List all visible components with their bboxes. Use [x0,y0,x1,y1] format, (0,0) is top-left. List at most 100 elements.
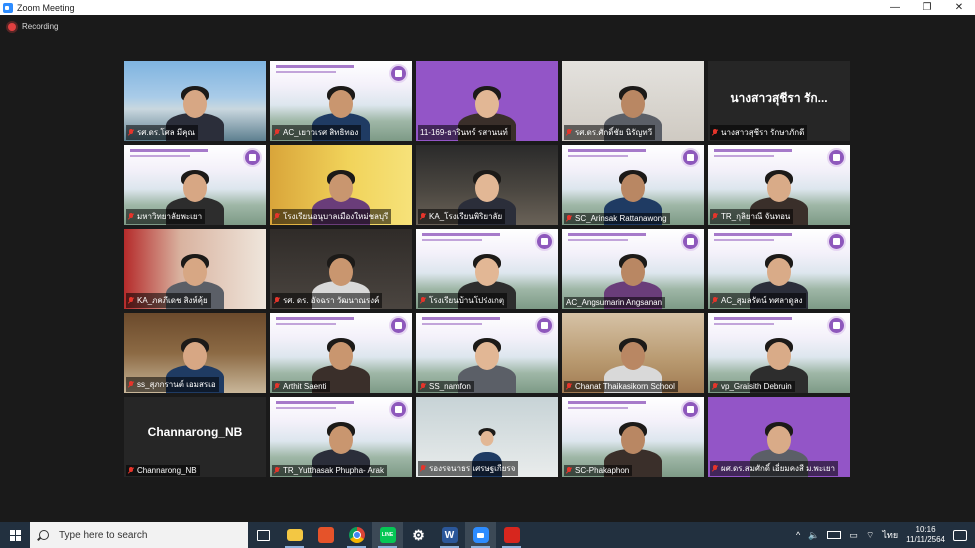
mic-muted-icon [712,213,718,220]
mic-muted-icon [420,297,426,304]
participant-name: นางสาวสุชีรา รักษาภักดี [721,128,805,137]
wifi-icon[interactable]: ⌔ [866,530,874,541]
word-icon: W [441,527,458,543]
participant-tile[interactable]: รศ. ดร. อัจฉรา วัฒนาณรงค์ [270,229,412,309]
zoom-icon [3,2,13,13]
windows-logo-icon [9,529,21,541]
mic-muted-icon [420,213,426,220]
office-button[interactable] [310,522,341,548]
participant-display-name: นางสาวสุชีรา รัก... [730,91,828,105]
university-logo-icon [827,232,846,251]
participant-display-name: Channarong_NB [147,425,243,439]
participant-tile[interactable]: SC_Arinsak Rattanawong [562,145,704,225]
participant-tile[interactable]: รองรจนาธร เศรษฐเกียรจ [416,397,558,477]
minimize-button[interactable]: — [879,0,911,15]
line-button[interactable]: LINE [372,522,403,548]
taskbar-search[interactable]: Type here to search [30,522,248,548]
participant-name: มหาวิทยาลัยพะเยา [137,212,203,221]
participant-nameplate: AC_สุมลรัตน์ ทศลาดูลง [710,293,806,308]
zoom-button[interactable] [465,522,496,548]
participant-tile[interactable]: Arthit Saenti [270,313,412,393]
mic-muted-icon [128,213,134,220]
participant-name: โรงเรียนอนุบาลเมืองใหม่ชลบุรี [283,212,389,221]
participant-name: SS_namfon [429,382,471,391]
participant-tile[interactable]: โรงเรียนบ้านโปร่งเกตุ [416,229,558,309]
participant-tile[interactable]: รศ.ดร.ศักดิ์ชัย นิรัญทวี [562,61,704,141]
participant-tile[interactable]: 11-169-ธารินทร์ รสานนท์ [416,61,558,141]
participant-tile[interactable]: vp_Graisith Debruin [708,313,850,393]
start-button[interactable] [0,522,30,548]
mic-muted-icon [712,383,718,390]
notification-icon[interactable] [953,529,967,541]
battery-icon[interactable] [827,531,842,539]
acrobat-button[interactable] [496,522,527,548]
mic-muted-icon [566,215,572,222]
participant-tile[interactable]: SS_namfon [416,313,558,393]
zoom-app-icon [472,527,489,543]
mic-muted-icon [566,383,572,390]
recording-indicator[interactable]: Recording [8,22,58,31]
participant-tile[interactable]: SC-Phakaphon [562,397,704,477]
participant-nameplate: KA_โรงเรียนพิริยาลัย [418,209,506,224]
participant-nameplate: Channarong_NB [126,465,200,476]
clock-time: 10:16 [915,525,936,534]
participant-tile[interactable]: รศ.ดร.โศล มีคุณ [124,61,266,141]
participant-tile[interactable]: โรงเรียนอนุบาลเมืองใหม่ชลบุรี [270,145,412,225]
university-logo-icon [389,400,408,419]
participant-tile[interactable]: นางสาวสุชีรา รัก... นางสาวสุชีรา รักษาภัก… [708,61,850,141]
file-explorer-button[interactable] [279,522,310,548]
close-button[interactable]: ✕ [943,0,975,15]
participant-tile[interactable]: Channarong_NB Channarong_NB [124,397,266,477]
participant-name: AC_สุมลรัตน์ ทศลาดูลง [721,296,803,305]
participant-name: SC_Arinsak Rattanawong [575,214,667,223]
university-logo-icon [827,148,846,167]
participant-nameplate: SC_Arinsak Rattanawong [564,213,670,224]
participant-nameplate: รศ.ดร.โศล มีคุณ [126,125,198,140]
participant-tile[interactable]: AC_Angsumarin Angsanan [562,229,704,309]
participant-nameplate: รศ.ดร.ศักดิ์ชัย นิรัญทวี [564,125,656,140]
participant-name: ss_สุภกรานต์ เอมสรเอ [137,380,216,389]
university-logo-icon [243,148,262,167]
mic-muted-icon [274,383,280,390]
word-button[interactable]: W [434,522,465,548]
participant-nameplate: TR_กุลิยาณี จันทอน [710,209,794,224]
university-logo-icon [827,316,846,335]
participant-tile[interactable]: ss_สุภกรานต์ เอมสรเอ [124,313,266,393]
chrome-button[interactable] [341,522,372,548]
volume-icon[interactable]: 🔈 [808,530,819,541]
participant-tile[interactable]: Chanat Thaikasikorn School [562,313,704,393]
participant-nameplate: Arthit Saenti [272,381,330,392]
participant-nameplate: AC_เยาวเรศ สิทธิทอง [272,125,362,140]
participant-tile[interactable]: ผศ.ดร.สมศักดิ์ เอี่ยมคงสี ม.พะเยา [708,397,850,477]
mic-muted-icon [566,129,572,136]
participant-nameplate: รศ. ดร. อัจฉรา วัฒนาณรงค์ [272,293,383,308]
meeting-stage: Recording รศ.ดร.โศล มีคุณ AC_เยาวเรศ สิทธ… [0,15,975,522]
participant-name: รศ.ดร.โศล มีคุณ [137,128,195,137]
mic-muted-icon [274,129,280,136]
participant-tile[interactable]: AC_เยาวเรศ สิทธิทอง [270,61,412,141]
language-indicator[interactable]: ไทย [882,528,898,542]
participant-name: รศ.ดร.ศักดิ์ชัย นิรัญทวี [575,128,653,137]
participant-nameplate: โรงเรียนบ้านโปร่งเกตุ [418,293,508,308]
window-titlebar: Zoom Meeting — ❐ ✕ [0,0,975,15]
participant-nameplate: AC_Angsumarin Angsanan [564,297,666,308]
participant-tile[interactable]: TR_กุลิยาณี จันทอน [708,145,850,225]
participant-tile[interactable]: KA_ภคภีเดช สิงห์คุ้ย [124,229,266,309]
participant-tile[interactable]: มหาวิทยาลัยพะเยา [124,145,266,225]
clock[interactable]: 10:16 11/11/2564 [906,525,945,545]
maximize-button[interactable]: ❐ [911,0,943,15]
university-logo-icon [681,232,700,251]
mic-muted-icon [128,467,134,474]
mic-muted-icon [420,383,426,390]
participant-tile[interactable]: KA_โรงเรียนพิริยาลัย [416,145,558,225]
chevron-up-icon[interactable]: ^ [796,530,800,540]
settings-button[interactable]: ⚙ [403,522,434,548]
participant-tile[interactable]: AC_สุมลรัตน์ ทศลาดูลง [708,229,850,309]
search-placeholder: Type here to search [59,529,148,541]
participant-nameplate: มหาวิทยาลัยพะเยา [126,209,206,224]
network-icon[interactable]: ▭ [849,530,858,541]
task-view-button[interactable] [248,522,279,548]
participant-nameplate: นางสาวสุชีรา รักษาภักดี [710,125,808,140]
participant-tile[interactable]: TR_Yutthasak Phupha- Arak [270,397,412,477]
mic-muted-icon [712,297,718,304]
